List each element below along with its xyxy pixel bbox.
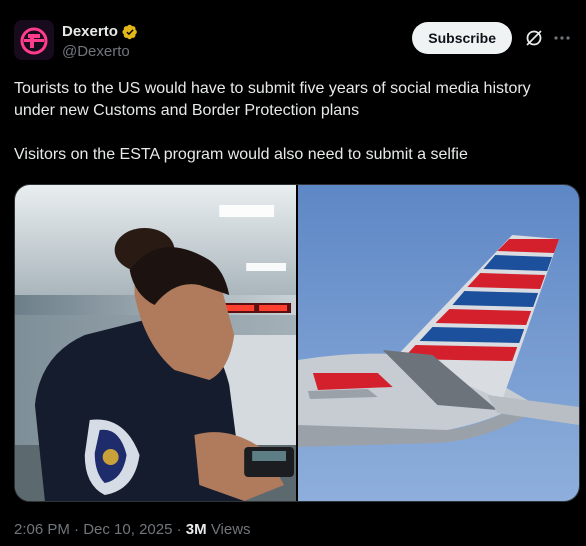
verified-badge-icon[interactable] [122, 24, 138, 40]
avatar[interactable] [14, 20, 54, 60]
tweet-meta: 2:06 PM · Dec 10, 2025 · 3M Views [14, 520, 251, 540]
views-label: Views [210, 521, 251, 538]
more-icon[interactable] [552, 28, 572, 48]
author-names: Dexerto @Dexerto [62, 23, 138, 62]
tweet-time[interactable]: 2:06 PM [14, 521, 70, 538]
display-name[interactable]: Dexerto [62, 23, 118, 41]
handle[interactable]: @Dexerto [62, 42, 138, 62]
subscribe-button[interactable]: Subscribe [412, 22, 512, 54]
meta-separator: · [176, 521, 182, 538]
tweet-paragraph-2: Visitors on the ESTA program would also … [14, 146, 468, 163]
dexerto-logo-icon [14, 20, 54, 60]
grok-icon[interactable] [524, 28, 544, 48]
border-officer-photo[interactable] [15, 185, 296, 501]
tweet-media[interactable] [14, 184, 580, 502]
tweet-text: Tourists to the US would have to submit … [14, 78, 570, 166]
tweet-paragraph-1: Tourists to the US would have to submit … [14, 80, 531, 119]
tweet-date[interactable]: Dec 10, 2025 [83, 521, 172, 538]
views-count: 3M [185, 521, 207, 538]
airplane-tail-photo[interactable] [298, 185, 579, 501]
meta-separator: · [74, 521, 80, 538]
tweet-header: Dexerto @Dexerto Subscribe [14, 20, 572, 64]
